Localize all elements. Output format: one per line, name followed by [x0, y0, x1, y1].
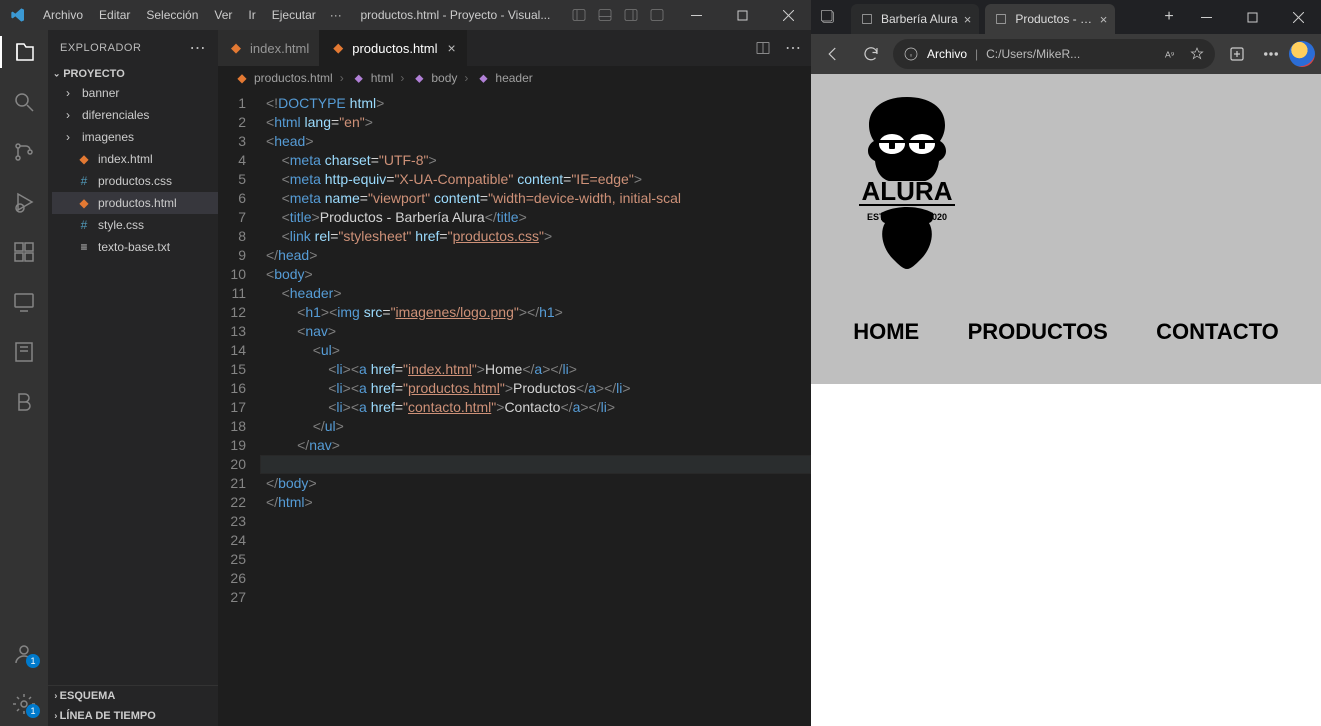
explorer-sidebar: EXPLORADOR ⋯ ⌄PROYECTO ›banner›diferenci… — [48, 30, 218, 726]
split-editor-icon[interactable] — [755, 40, 771, 56]
browser-viewport[interactable]: ALURA ESTD 2020 HOME PRODUCTOS CONTACTO — [811, 74, 1321, 726]
browser-maximize-button[interactable] — [1229, 0, 1275, 34]
editor-area: ◆index.html◆productos.html× ⋯ ◆productos… — [218, 30, 811, 726]
breadcrumb[interactable]: ◆productos.html›⬥html›⬥body›⬥header — [218, 66, 811, 90]
line-gutter: 1234567891011121314151617181920212223242… — [218, 90, 260, 726]
file-productos.css[interactable]: #productos.css — [52, 170, 218, 192]
menu-overflow[interactable]: ··· — [324, 0, 348, 30]
nav-link[interactable]: PRODUCTOS — [962, 315, 1114, 349]
file-banner[interactable]: ›banner — [52, 82, 218, 104]
close-icon[interactable]: × — [448, 40, 456, 56]
activity-bar: 1 1 — [0, 30, 48, 726]
browser-toolbar: Archivo | C:/Users/MikeR... A⁹ — [811, 34, 1321, 74]
extensions-tab[interactable] — [0, 236, 48, 268]
file-productos.html[interactable]: ◆productos.html — [52, 192, 218, 214]
profile-avatar[interactable] — [1289, 41, 1315, 67]
settings-tab[interactable]: 1 — [0, 688, 48, 720]
menubar: ArchivoEditarSelecciónVerIrEjecutar — [35, 0, 324, 30]
project-section[interactable]: ⌄PROYECTO — [48, 65, 218, 82]
menu-selección[interactable]: Selección — [138, 0, 206, 30]
accounts-tab[interactable]: 1 — [0, 638, 48, 670]
menu-ver[interactable]: Ver — [206, 0, 240, 30]
maximize-button[interactable] — [719, 0, 765, 30]
panel-right-icon[interactable] — [623, 7, 639, 23]
search-tab[interactable] — [0, 86, 48, 118]
browser-close-button[interactable] — [1275, 0, 1321, 34]
source-control-tab[interactable] — [0, 136, 48, 168]
vscode-logo-icon — [0, 7, 35, 23]
file-diferenciales[interactable]: ›diferenciales — [52, 104, 218, 126]
file-style.css[interactable]: #style.css — [52, 214, 218, 236]
page-nav: HOME PRODUCTOS CONTACTO — [829, 315, 1303, 349]
info-icon — [903, 46, 919, 62]
file-tree: ›banner›diferenciales›imagenes◆index.htm… — [48, 82, 218, 258]
vscode-titlebar: ArchivoEditarSelecciónVerIrEjecutar ··· … — [0, 0, 811, 30]
window-title: productos.html - Proyecto - Visual... — [348, 8, 563, 22]
timeline-section[interactable]: ›LÍNEA DE TIEMPO — [48, 706, 218, 726]
address-scheme: Archivo — [927, 47, 967, 61]
menu-ejecutar[interactable]: Ejecutar — [264, 0, 324, 30]
menu-ir[interactable]: Ir — [240, 0, 263, 30]
outline-label: ESQUEMA — [60, 690, 116, 702]
project-label: PROYECTO — [63, 68, 125, 80]
minimize-button[interactable] — [673, 0, 719, 30]
close-button[interactable] — [765, 0, 811, 30]
address-bar[interactable]: Archivo | C:/Users/MikeR... A⁹ — [893, 39, 1215, 69]
browser-titlebar: Barbería Alura×Productos - Bar× + — [811, 0, 1321, 34]
file-imagenes[interactable]: ›imagenes — [52, 126, 218, 148]
back-button[interactable] — [817, 38, 849, 70]
menu-archivo[interactable]: Archivo — [35, 0, 91, 30]
browser-minimize-button[interactable] — [1183, 0, 1229, 34]
nav-link[interactable]: CONTACTO — [1150, 315, 1285, 349]
svg-text:A⁹: A⁹ — [1165, 49, 1175, 59]
code-editor[interactable]: 1234567891011121314151617181920212223242… — [218, 90, 811, 726]
timeline-label: LÍNEA DE TIEMPO — [60, 710, 156, 722]
read-aloud-icon[interactable]: A⁹ — [1163, 46, 1179, 62]
tab-actions-icon[interactable] — [811, 9, 845, 25]
browser-tab[interactable]: Productos - Bar× — [985, 4, 1115, 34]
file-texto-base.txt[interactable]: ≡texto-base.txt — [52, 236, 218, 258]
page-header: ALURA ESTD 2020 HOME PRODUCTOS CONTACTO — [811, 74, 1321, 384]
edge-browser-window: Barbería Alura×Productos - Bar× + Archiv… — [811, 0, 1321, 726]
explorer-header: EXPLORADOR ⋯ — [48, 30, 218, 65]
vscode-window: ArchivoEditarSelecciónVerIrEjecutar ··· … — [0, 0, 811, 726]
remote-tab[interactable] — [0, 286, 48, 318]
editor-tab-productos.html[interactable]: ◆productos.html× — [320, 30, 466, 66]
refresh-button[interactable] — [855, 38, 887, 70]
run-debug-tab[interactable] — [0, 186, 48, 218]
file-index.html[interactable]: ◆index.html — [52, 148, 218, 170]
code-lines[interactable]: <!DOCTYPE html><html lang="en"><head> <m… — [260, 90, 811, 726]
outline-section[interactable]: ›ESQUEMA — [48, 686, 218, 706]
explorer-title: EXPLORADOR — [60, 42, 141, 54]
new-tab-button[interactable]: + — [1155, 8, 1183, 26]
menu-editar[interactable]: Editar — [91, 0, 138, 30]
layout-icon[interactable] — [649, 7, 665, 23]
bookmarks-tab[interactable] — [0, 336, 48, 368]
bold-tab[interactable] — [0, 386, 48, 418]
explorer-more-icon[interactable]: ⋯ — [190, 38, 207, 58]
window-controls — [673, 0, 811, 30]
panel-left-icon[interactable] — [571, 7, 587, 23]
svg-text:ALURA: ALURA — [862, 176, 953, 206]
alura-logo: ALURA ESTD 2020 — [847, 92, 967, 297]
panel-bottom-icon[interactable] — [597, 7, 613, 23]
close-icon[interactable]: × — [964, 12, 972, 27]
nav-link[interactable]: HOME — [847, 315, 925, 349]
editor-more-icon[interactable]: ⋯ — [785, 38, 801, 58]
browser-tab[interactable]: Barbería Alura× — [851, 4, 979, 34]
editor-tabs: ◆index.html◆productos.html× ⋯ — [218, 30, 811, 66]
address-path: C:/Users/MikeR... — [986, 47, 1080, 61]
favorite-icon[interactable] — [1189, 46, 1205, 62]
layout-controls — [563, 7, 673, 23]
collections-icon[interactable] — [1221, 38, 1253, 70]
editor-tab-actions: ⋯ — [745, 30, 811, 66]
close-icon[interactable]: × — [1100, 12, 1108, 27]
menu-icon[interactable] — [1255, 38, 1287, 70]
explorer-tab[interactable] — [0, 36, 48, 68]
browser-tabs: Barbería Alura×Productos - Bar× — [845, 0, 1155, 34]
editor-tab-index.html[interactable]: ◆index.html — [218, 30, 320, 66]
